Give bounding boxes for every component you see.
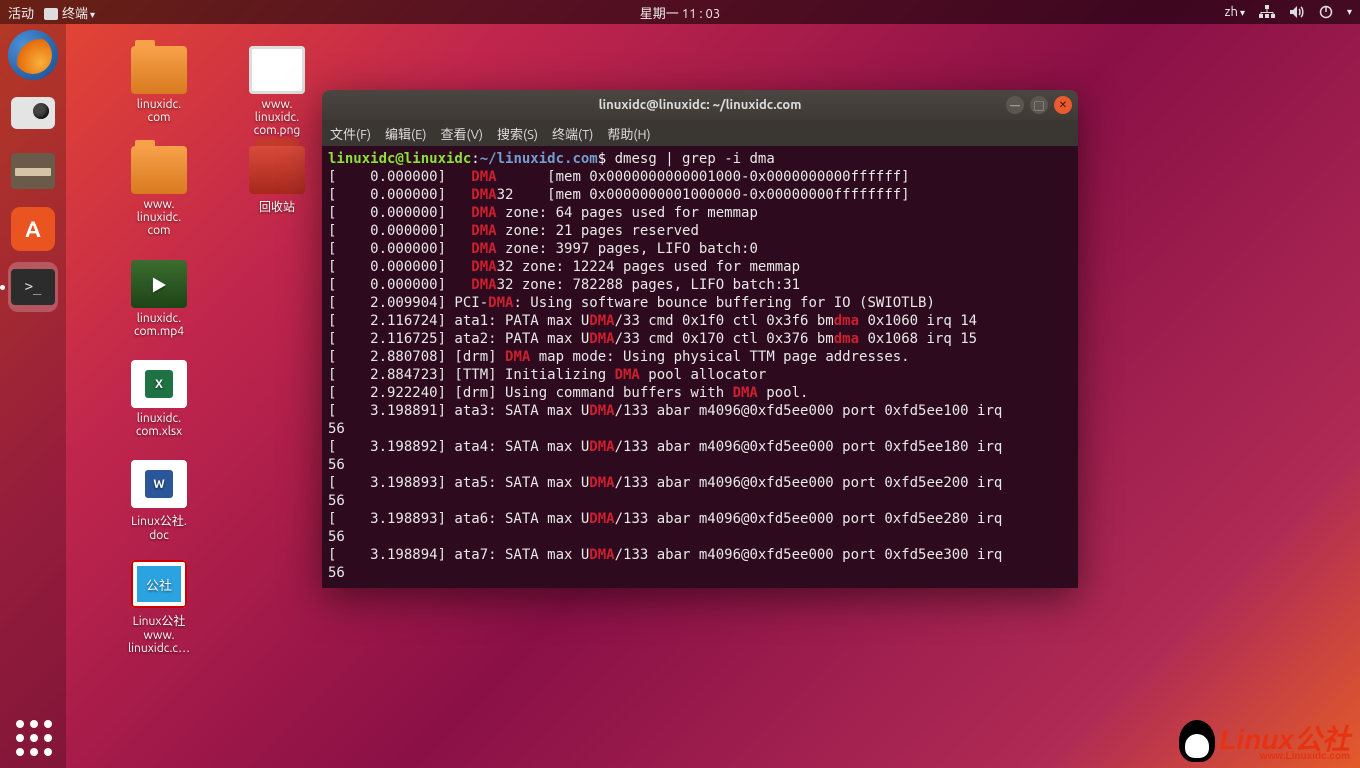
watermark: Linux公社 www.Linuxidc.com bbox=[1179, 720, 1350, 762]
menu-item[interactable]: 搜索(S) bbox=[497, 124, 538, 143]
desktop-icon-label: 回收站 bbox=[222, 198, 332, 215]
menu-item[interactable]: 编辑(E) bbox=[385, 124, 426, 143]
xls-icon bbox=[131, 360, 187, 408]
dock-firefox[interactable] bbox=[8, 30, 58, 80]
power-icon[interactable] bbox=[1319, 5, 1333, 19]
folder-icon bbox=[131, 46, 187, 94]
desktop-icon[interactable]: Linux公社. doc bbox=[104, 460, 214, 542]
tux-icon bbox=[1179, 720, 1215, 762]
desktop-icon-label: linuxidc. com bbox=[104, 98, 214, 124]
desktop-icon[interactable]: Linux公社 www. linuxidc.c… bbox=[104, 560, 214, 655]
maximize-button[interactable]: ▢ bbox=[1030, 96, 1048, 114]
menu-item[interactable]: 查看(V) bbox=[441, 124, 483, 143]
trash-icon bbox=[249, 146, 305, 194]
menu-item[interactable]: 终端(T) bbox=[552, 124, 593, 143]
desktop-icon[interactable]: 回收站 bbox=[222, 146, 332, 215]
show-applications-button[interactable] bbox=[16, 720, 52, 756]
dock-files[interactable] bbox=[8, 146, 58, 196]
desktop-icon[interactable]: linuxidc. com bbox=[104, 46, 214, 124]
top-panel: 活动 终端 星期一 11 : 03 zh ▾ bbox=[0, 0, 1360, 24]
dock: A >_ bbox=[0, 24, 66, 768]
window-title: linuxidc@linuxidc: ~/linuxidc.com bbox=[599, 98, 802, 112]
dock-terminal[interactable]: >_ bbox=[8, 262, 58, 312]
folder-icon bbox=[131, 146, 187, 194]
input-source-indicator[interactable]: zh bbox=[1225, 5, 1245, 19]
minimize-button[interactable]: — bbox=[1006, 96, 1024, 114]
desktop-icon[interactable]: www. linuxidc. com.png bbox=[222, 46, 332, 137]
terminal-window: linuxidc@linuxidc: ~/linuxidc.com — ▢ ✕ … bbox=[322, 90, 1078, 588]
desktop-icon-label: Linux公社. doc bbox=[104, 512, 214, 542]
terminal-output[interactable]: linuxidc@linuxidc:~/linuxidc.com$ dmesg … bbox=[322, 146, 1078, 588]
desktop-icon-label: linuxidc. com.xlsx bbox=[104, 412, 214, 438]
desktop-icon-label: www. linuxidc. com bbox=[104, 198, 214, 237]
dock-software[interactable]: A bbox=[8, 204, 58, 254]
titlebar[interactable]: linuxidc@linuxidc: ~/linuxidc.com — ▢ ✕ bbox=[322, 90, 1078, 120]
desktop-icon-label: linuxidc. com.mp4 bbox=[104, 312, 214, 338]
desktop-icon[interactable]: linuxidc. com.mp4 bbox=[104, 260, 214, 338]
system-menu-arrow-icon[interactable]: ▾ bbox=[1347, 6, 1352, 18]
doc-icon bbox=[131, 460, 187, 508]
menu-item[interactable]: 文件(F) bbox=[330, 124, 371, 143]
img-icon bbox=[249, 46, 305, 94]
desktop-icon[interactable]: www. linuxidc. com bbox=[104, 146, 214, 237]
vid-icon bbox=[131, 260, 187, 308]
link-icon bbox=[131, 560, 187, 608]
menu-item[interactable]: 帮助(H) bbox=[607, 124, 650, 143]
menubar: 文件(F) 编辑(E) 查看(V) 搜索(S) 终端(T) 帮助(H) bbox=[322, 120, 1078, 146]
activities-button[interactable]: 活动 bbox=[8, 3, 34, 22]
volume-icon[interactable] bbox=[1289, 5, 1305, 19]
terminal-glyph-icon bbox=[44, 8, 58, 20]
close-button[interactable]: ✕ bbox=[1054, 96, 1072, 114]
network-icon[interactable] bbox=[1259, 5, 1275, 19]
desktop-icon[interactable]: linuxidc. com.xlsx bbox=[104, 360, 214, 438]
app-indicator[interactable]: 终端 bbox=[44, 3, 95, 22]
dock-camera[interactable] bbox=[8, 88, 58, 138]
clock[interactable]: 星期一 11 : 03 bbox=[640, 3, 720, 22]
desktop-icon-label: www. linuxidc. com.png bbox=[222, 98, 332, 137]
desktop-icon-label: Linux公社 www. linuxidc.c… bbox=[104, 612, 214, 655]
